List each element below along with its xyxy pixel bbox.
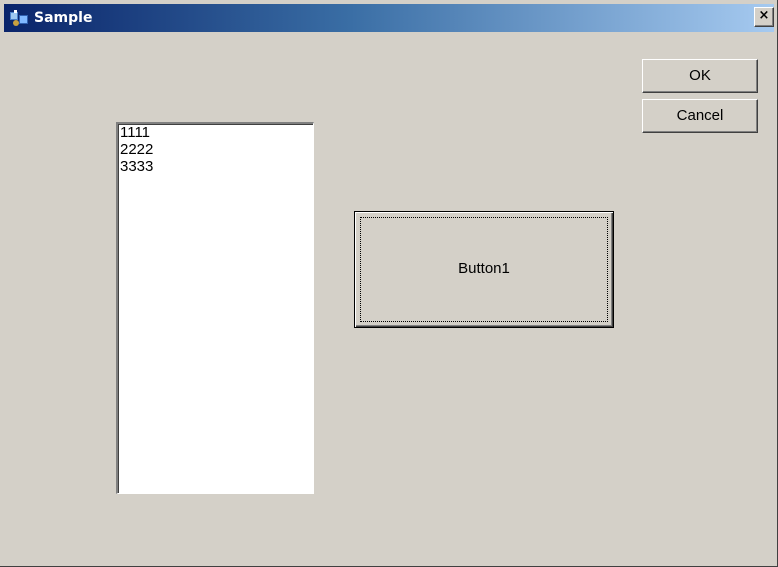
cancel-button[interactable]: Cancel <box>642 99 758 133</box>
items-listbox[interactable]: 1111 2222 3333 <box>116 122 314 494</box>
list-item[interactable]: 3333 <box>118 158 313 175</box>
sample-dialog: Sample × OK Cancel 1111 2222 3333 Button… <box>0 0 778 567</box>
close-button[interactable]: × <box>754 7 774 27</box>
close-icon: × <box>758 8 770 23</box>
list-item[interactable]: 2222 <box>118 141 313 158</box>
list-item[interactable]: 1111 <box>118 124 313 141</box>
ok-button[interactable]: OK <box>642 59 758 93</box>
app-icon <box>10 10 28 26</box>
button1-label: Button1 <box>458 260 510 277</box>
title-bar[interactable]: Sample × <box>4 4 774 32</box>
button1[interactable]: Button1 <box>354 211 614 328</box>
window-title: Sample <box>34 10 93 26</box>
